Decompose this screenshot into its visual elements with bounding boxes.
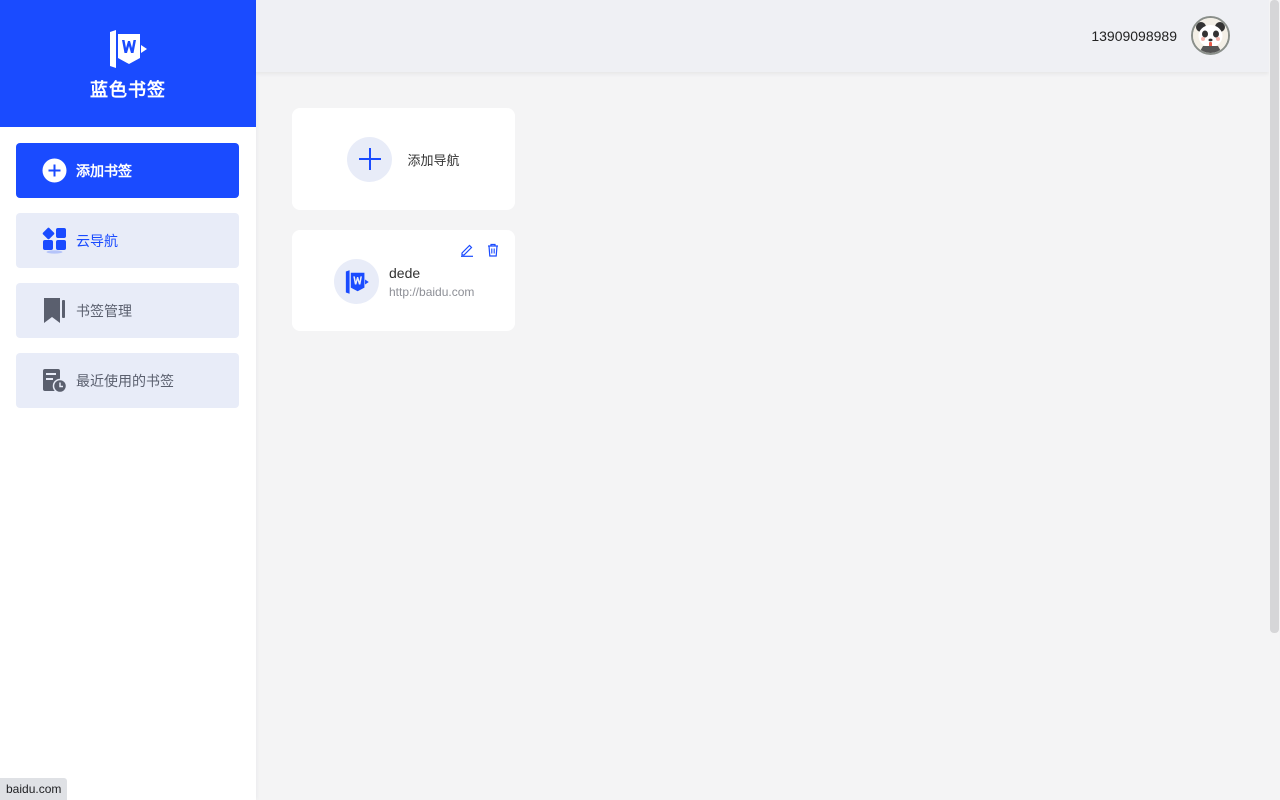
bookmark-icon — [42, 298, 67, 323]
add-navigation-label: 添加导航 — [407, 153, 460, 169]
avatar[interactable] — [1191, 16, 1230, 55]
add-bookmark-button[interactable]: 添加书签 — [16, 143, 239, 198]
user-phone: 13909098989 — [1091, 27, 1177, 44]
scrollbar-thumb[interactable] — [1270, 0, 1279, 633]
status-bar-url: baidu.com — [0, 778, 68, 800]
bookmark-card[interactable]: dede http://baidu.com — [292, 230, 515, 331]
sidebar-item-bookmark-manage[interactable]: 书签管理 — [16, 283, 239, 338]
sidebar-item-label: 最近使用的书签 — [76, 373, 174, 390]
document-clock-icon — [42, 368, 67, 393]
bookmark-title[interactable]: dede — [389, 265, 420, 281]
edit-icon[interactable] — [459, 242, 475, 258]
brand-name: 蓝色书签 — [90, 79, 166, 101]
sidebar-item-label: 添加书签 — [76, 163, 132, 180]
trash-icon[interactable] — [485, 242, 501, 258]
add-navigation-card[interactable]: 添加导航 — [292, 108, 515, 210]
bookmark-url: http://baidu.com — [389, 285, 475, 299]
user-info[interactable]: 13909098989 — [1091, 16, 1230, 55]
sidebar-item-recent[interactable]: 最近使用的书签 — [16, 353, 239, 408]
sidebar-item-label: 云导航 — [76, 233, 118, 250]
sidebar-item-cloud-nav[interactable]: 云导航 — [16, 213, 239, 268]
bookmark-logo-icon — [110, 29, 147, 68]
sidebar-nav: 添加书签 云导航 书签管理 最近使用的书签 — [0, 127, 256, 408]
bookmark-logo-icon — [334, 259, 379, 304]
panda-avatar-icon — [1193, 18, 1228, 53]
plus-icon — [347, 136, 393, 182]
sidebar-item-label: 书签管理 — [76, 303, 132, 320]
brand-header[interactable]: 蓝色书签 — [0, 0, 256, 127]
top-header: 13909098989 — [256, 0, 1269, 72]
bookmark-actions — [449, 242, 501, 258]
plus-circle-icon — [42, 158, 67, 183]
grid-apps-icon — [42, 227, 67, 254]
sidebar: 蓝色书签 添加书签 云导航 书签管理 最近使用的书签 — [0, 0, 256, 800]
